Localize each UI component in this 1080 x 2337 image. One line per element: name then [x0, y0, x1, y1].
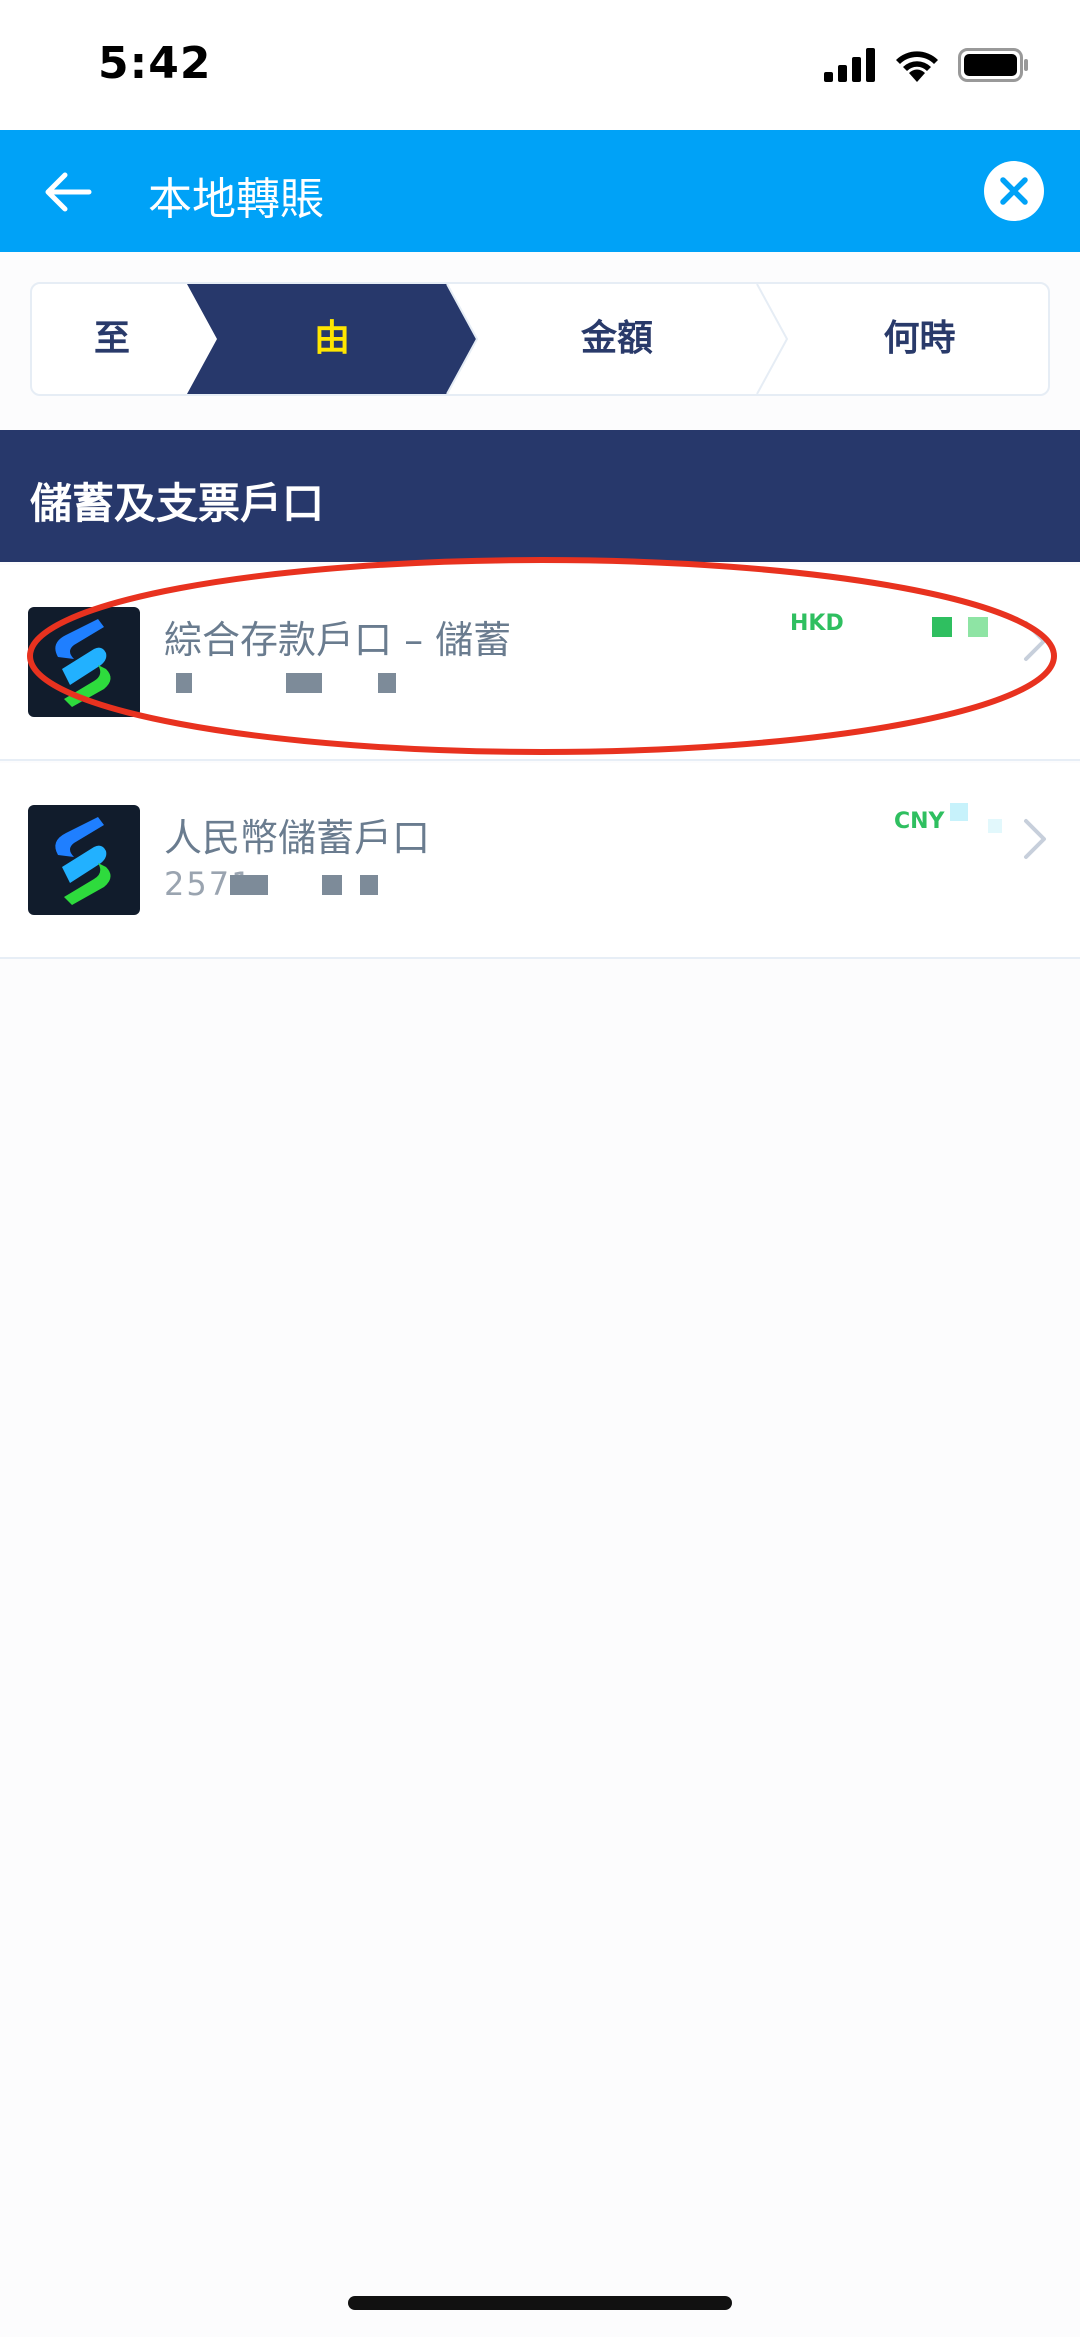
page-title: 本地轉賬: [148, 174, 324, 225]
home-indicator: [348, 2296, 732, 2310]
step-when[interactable]: 何時: [787, 284, 1048, 394]
masked-balance: [968, 617, 988, 637]
step-from[interactable]: 由: [217, 284, 447, 394]
masked-balance: [988, 819, 1002, 833]
masked-digits: [322, 875, 342, 895]
signal-icon: [824, 48, 875, 82]
masked-digits: [360, 875, 378, 895]
battery-icon: [958, 48, 1028, 82]
section-header: 儲蓄及支票戶口: [0, 430, 1080, 562]
step-indicator: 至 由 金額 何時: [30, 282, 1050, 396]
masked-digits: [230, 875, 268, 895]
status-bar: 5:42: [0, 0, 1080, 130]
masked-balance: [950, 803, 968, 821]
account-name: 人民幣儲蓄戶口: [164, 816, 431, 860]
close-button[interactable]: [984, 161, 1044, 221]
close-icon: [1000, 177, 1028, 205]
account-name: 綜合存款戶口 – 儲蓄: [164, 618, 512, 662]
status-time: 5:42: [98, 38, 212, 89]
masked-digits: [176, 673, 192, 693]
masked-balance: [932, 617, 952, 637]
chevron-right-icon: [1024, 819, 1046, 859]
bank-logo-icon: [28, 805, 140, 915]
arrow-left-icon: [45, 172, 92, 212]
app-header: 本地轉賬: [0, 130, 1080, 252]
currency-label: HKD: [790, 611, 844, 636]
step-amount[interactable]: 金額: [477, 284, 757, 394]
back-button[interactable]: [38, 162, 98, 222]
account-row-cny-savings[interactable]: 人民幣儲蓄戶口 2571 CNY: [0, 763, 1080, 959]
masked-digits: [378, 673, 396, 693]
step-to[interactable]: 至: [32, 284, 192, 394]
masked-digits: [286, 673, 322, 693]
account-row-savings[interactable]: 綜合存款戶口 – 儲蓄 HKD: [0, 565, 1080, 761]
currency-label: CNY: [894, 809, 945, 834]
status-icons: [824, 48, 1030, 82]
bank-logo-icon: [28, 607, 140, 717]
section-title: 儲蓄及支票戶口: [30, 479, 325, 528]
wifi-icon: [896, 51, 938, 82]
chevron-right-icon: [1024, 621, 1046, 661]
